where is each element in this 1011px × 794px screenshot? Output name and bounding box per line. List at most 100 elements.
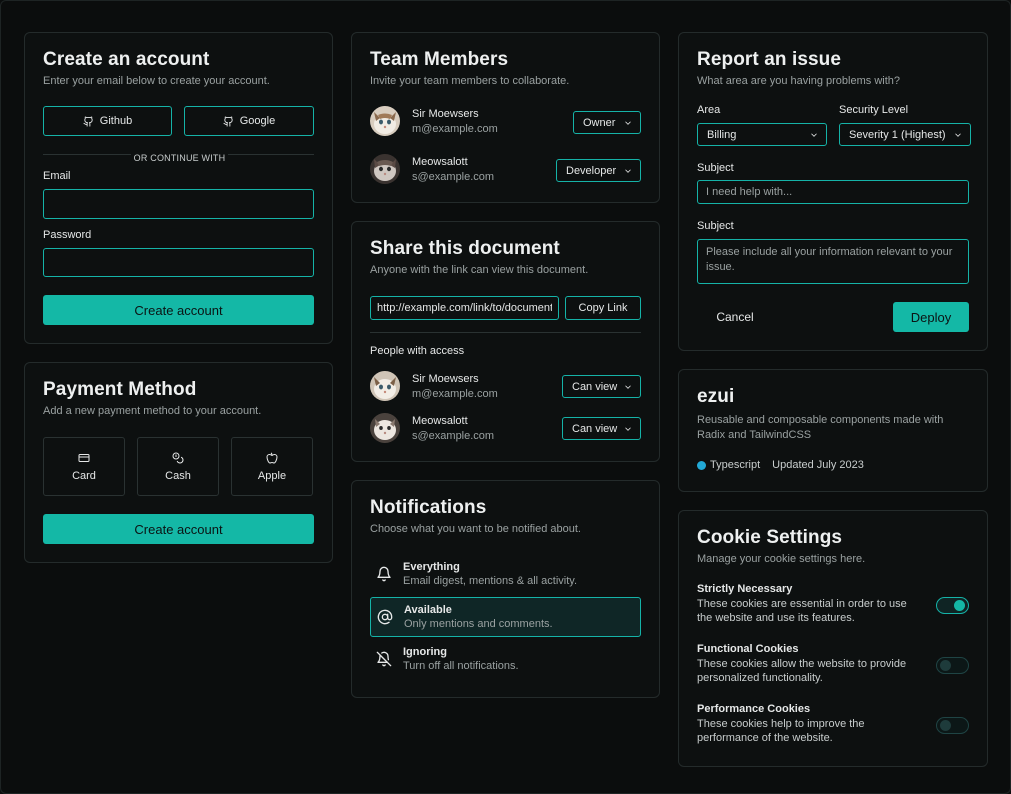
card-icon — [78, 453, 90, 462]
chevron-down-icon — [625, 426, 631, 431]
security-level-label: Security Level — [839, 104, 909, 116]
at-sign-icon — [377, 609, 393, 625]
security-level-select[interactable]: Severity 1 (Highest) — [839, 123, 971, 146]
permission-select[interactable]: Can view — [562, 375, 641, 398]
share-title: Share this document — [370, 238, 560, 259]
permission-select[interactable]: Can view — [562, 417, 641, 440]
github-button[interactable]: Github — [43, 106, 172, 136]
member-name: Meowsalott — [412, 156, 468, 168]
notification-title: Everything — [403, 561, 460, 573]
payment-create-account-button[interactable]: Create account — [43, 514, 314, 544]
payment-option-apple[interactable]: Apple — [231, 437, 313, 496]
notification-title: Available — [404, 604, 452, 616]
performance-cookies-toggle[interactable] — [936, 717, 969, 734]
payment-option-card[interactable]: Card — [43, 437, 125, 496]
chevron-down-icon — [955, 132, 961, 137]
github-label: Github — [99, 115, 133, 127]
repo-language: Typescript — [710, 459, 761, 471]
team-subtitle: Invite your team members to collaborate. — [370, 75, 570, 87]
payment-option-label: Cash — [165, 469, 191, 482]
cookie-item-desc: These cookies allow the website to provi… — [697, 658, 907, 684]
subject-label: Subject — [697, 162, 734, 174]
cash-icon — [172, 452, 184, 463]
cookie-title: Cookie Settings — [697, 527, 843, 548]
repo-description: Reusable and composable components made … — [697, 414, 944, 441]
report-subtitle: What area are you having problems with? — [697, 75, 900, 87]
create-account-title: Create an account — [43, 49, 210, 70]
notification-option-ignoring[interactable]: Ignoring Turn off all notifications. — [370, 639, 641, 679]
share-document-card: Share this document Anyone with the link… — [351, 221, 660, 462]
google-button[interactable]: Google — [184, 106, 314, 136]
notifications-subtitle: Choose what you want to be notified abou… — [370, 523, 581, 535]
google-icon — [223, 115, 233, 127]
cookie-item-title: Performance Cookies — [697, 703, 811, 715]
security-level-value: Severity 1 (Highest) — [849, 128, 946, 141]
cancel-button[interactable]: Cancel — [697, 302, 773, 332]
toggle-knob — [954, 600, 965, 611]
deploy-button[interactable]: Deploy — [893, 302, 969, 332]
notification-option-available[interactable]: Available Only mentions and comments. — [370, 597, 641, 637]
bell-off-icon — [376, 651, 392, 667]
share-divider — [370, 332, 641, 333]
subject-input[interactable] — [697, 180, 969, 204]
chevron-down-icon — [625, 384, 631, 389]
functional-cookies-toggle[interactable] — [936, 657, 969, 674]
email-label: Email — [43, 170, 71, 182]
role-select[interactable]: Owner — [573, 111, 641, 134]
github-icon — [83, 115, 93, 127]
create-account-button[interactable]: Create account — [43, 295, 314, 325]
payment-option-label: Card — [72, 469, 96, 482]
payment-option-cash[interactable]: Cash — [137, 437, 219, 496]
or-divider-text: OR CONTINUE WITH — [130, 153, 229, 163]
notifications-title: Notifications — [370, 497, 487, 518]
repo-card: ezui Reusable and composable components … — [678, 369, 988, 492]
notification-desc: Email digest, mentions & all activity. — [403, 575, 578, 587]
notification-option-everything[interactable]: Everything Email digest, mentions & all … — [370, 554, 641, 594]
area-select[interactable]: Billing — [697, 123, 827, 146]
payment-title: Payment Method — [43, 379, 197, 400]
description-textarea[interactable] — [697, 239, 969, 284]
cookie-item-desc: These cookies help to improve the perfor… — [697, 718, 865, 744]
avatar — [370, 154, 400, 184]
team-title: Team Members — [370, 49, 509, 70]
chevron-down-icon — [625, 168, 631, 173]
chevron-down-icon — [811, 132, 817, 137]
notification-desc: Turn off all notifications. — [403, 660, 519, 672]
role-select[interactable]: Developer — [556, 159, 641, 182]
email-field[interactable] — [43, 189, 314, 219]
toggle-knob — [940, 720, 951, 731]
permission-value: Can view — [572, 422, 618, 435]
person-name: Sir Moewsers — [412, 373, 479, 385]
notification-title: Ignoring — [403, 646, 447, 658]
avatar — [370, 106, 400, 136]
member-email: m@example.com — [412, 123, 498, 135]
notifications-card: Notifications Choose what you want to be… — [351, 480, 660, 698]
share-link-input[interactable] — [370, 296, 559, 320]
payment-subtitle: Add a new payment method to your account… — [43, 405, 262, 417]
member-email: s@example.com — [412, 171, 495, 183]
cookie-item-desc: These cookies are essential in order to … — [697, 598, 907, 624]
cookie-subtitle: Manage your cookie settings here. — [697, 553, 866, 565]
area-value: Billing — [707, 128, 737, 141]
repo-updated: Updated July 2023 — [772, 459, 864, 471]
payment-option-label: Apple — [257, 469, 287, 482]
strictly-necessary-toggle[interactable] — [936, 597, 969, 614]
person-email: s@example.com — [412, 430, 495, 442]
copy-link-button[interactable]: Copy Link — [565, 296, 641, 320]
repo-title: ezui — [697, 386, 735, 407]
apple-icon — [266, 452, 278, 464]
role-value: Developer — [566, 164, 617, 177]
cookie-item-title: Strictly Necessary — [697, 583, 793, 595]
chevron-down-icon — [625, 120, 631, 125]
create-account-subtitle: Enter your email below to create your ac… — [43, 75, 270, 87]
report-title: Report an issue — [697, 49, 842, 70]
password-field[interactable] — [43, 248, 314, 277]
person-email: m@example.com — [412, 388, 498, 400]
team-members-card: Team Members Invite your team members to… — [351, 32, 660, 203]
permission-value: Can view — [572, 380, 618, 393]
notification-desc: Only mentions and comments. — [404, 618, 553, 630]
person-name: Meowsalott — [412, 415, 468, 427]
people-with-access-heading: People with access — [370, 345, 465, 357]
create-account-card: Create an account Enter your email below… — [24, 32, 333, 344]
password-label: Password — [43, 229, 92, 241]
